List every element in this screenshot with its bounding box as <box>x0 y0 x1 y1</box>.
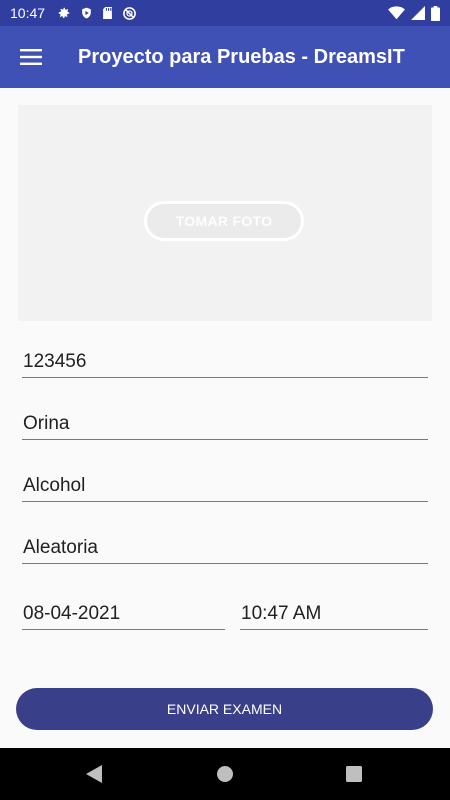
wifi-icon <box>388 6 405 20</box>
shield-icon <box>80 6 93 20</box>
hamburger-menu-icon[interactable] <box>0 26 62 88</box>
app-title: Proyecto para Pruebas - DreamsIT <box>78 45 405 68</box>
sd-card-icon <box>102 6 113 20</box>
date-field[interactable]: 08-04-2021 <box>22 600 225 630</box>
home-icon[interactable] <box>195 748 255 800</box>
sample-type-field[interactable]: Orina <box>22 410 428 440</box>
time-field[interactable]: 10:47 AM <box>240 600 428 630</box>
take-photo-button[interactable]: TOMAR FOTO <box>144 201 304 241</box>
test-type-field[interactable]: Alcohol <box>22 472 428 502</box>
navigation-bar <box>0 748 450 800</box>
test-reason-field[interactable]: Aleatoria <box>22 534 428 564</box>
send-exam-button[interactable]: ENVIAR EXAMEN <box>16 688 433 730</box>
recents-icon[interactable] <box>324 748 384 800</box>
id-field[interactable]: 123456 <box>22 348 428 378</box>
gear-icon <box>57 6 71 20</box>
status-time: 10:47 <box>10 5 46 21</box>
status-bar: 10:47 <box>0 0 450 26</box>
app-bar: Proyecto para Pruebas - DreamsIT <box>0 26 450 88</box>
no-disturb-icon <box>122 6 137 21</box>
back-icon[interactable] <box>64 748 124 800</box>
photo-preview: TOMAR FOTO <box>18 105 432 321</box>
battery-icon <box>431 5 440 21</box>
cell-signal-icon <box>411 6 425 20</box>
